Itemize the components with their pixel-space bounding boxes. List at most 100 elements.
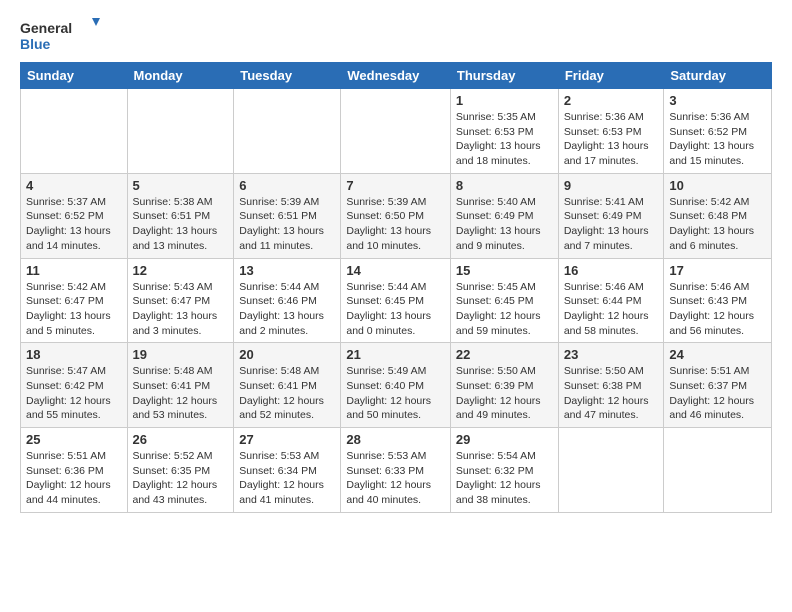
calendar-cell: 13 Sunrise: 5:44 AM Sunset: 6:46 PM Dayli… (234, 258, 341, 343)
day-info: Sunrise: 5:42 AM Sunset: 6:47 PM Dayligh… (26, 280, 122, 339)
day-info: Sunrise: 5:36 AM Sunset: 6:53 PM Dayligh… (564, 110, 659, 169)
day-info: Sunrise: 5:37 AM Sunset: 6:52 PM Dayligh… (26, 195, 122, 254)
day-number: 21 (346, 347, 445, 362)
calendar-cell: 16Sunrise: 5:46 AM Sunset: 6:44 PM Dayli… (558, 258, 664, 343)
day-info: Sunrise: 5:54 AM Sunset: 6:32 PM Dayligh… (456, 449, 553, 508)
day-info: Sunrise: 5:49 AM Sunset: 6:40 PM Dayligh… (346, 364, 445, 423)
day-number: 18 (26, 347, 122, 362)
calendar-cell (664, 428, 772, 513)
day-number: 23 (564, 347, 659, 362)
calendar-cell: 27 Sunrise: 5:53 AM Sunset: 6:34 PM Dayli… (234, 428, 341, 513)
calendar-cell: 6 Sunrise: 5:39 AM Sunset: 6:51 PM Daylig… (234, 173, 341, 258)
day-number: 10 (669, 178, 766, 193)
day-number: 14 (346, 263, 445, 278)
day-number: 16 (564, 263, 659, 278)
day-number: 9 (564, 178, 659, 193)
day-info: Sunrise: 5:39 AM Sunset: 6:50 PM Dayligh… (346, 195, 445, 254)
day-number: 15 (456, 263, 553, 278)
day-number: 6 (239, 178, 335, 193)
day-number: 8 (456, 178, 553, 193)
day-header-wednesday: Wednesday (341, 63, 451, 89)
calendar-cell: 21 Sunrise: 5:49 AM Sunset: 6:40 PM Dayli… (341, 343, 451, 428)
day-info: Sunrise: 5:51 AM Sunset: 6:37 PM Dayligh… (669, 364, 766, 423)
calendar-cell (127, 89, 234, 174)
calendar-cell: 29 Sunrise: 5:54 AM Sunset: 6:32 PM Dayli… (450, 428, 558, 513)
day-number: 3 (669, 93, 766, 108)
day-info: Sunrise: 5:53 AM Sunset: 6:33 PM Dayligh… (346, 449, 445, 508)
day-number: 4 (26, 178, 122, 193)
day-number: 13 (239, 263, 335, 278)
calendar-cell: 22 Sunrise: 5:50 AM Sunset: 6:39 PM Dayli… (450, 343, 558, 428)
day-number: 25 (26, 432, 122, 447)
day-number: 11 (26, 263, 122, 278)
calendar: SundayMondayTuesdayWednesdayThursdayFrid… (20, 62, 772, 513)
day-number: 29 (456, 432, 553, 447)
day-number: 2 (564, 93, 659, 108)
calendar-cell: 14Sunrise: 5:44 AM Sunset: 6:45 PM Dayli… (341, 258, 451, 343)
day-info: Sunrise: 5:38 AM Sunset: 6:51 PM Dayligh… (133, 195, 229, 254)
calendar-cell (234, 89, 341, 174)
day-number: 5 (133, 178, 229, 193)
calendar-cell: 26 Sunrise: 5:52 AM Sunset: 6:35 PM Dayli… (127, 428, 234, 513)
calendar-cell: 2 Sunrise: 5:36 AM Sunset: 6:53 PM Daylig… (558, 89, 664, 174)
day-number: 26 (133, 432, 229, 447)
logo: General Blue (20, 16, 100, 56)
day-number: 19 (133, 347, 229, 362)
day-info: Sunrise: 5:44 AM Sunset: 6:46 PM Dayligh… (239, 280, 335, 339)
day-number: 24 (669, 347, 766, 362)
calendar-cell: 17 Sunrise: 5:46 AM Sunset: 6:43 PM Dayli… (664, 258, 772, 343)
calendar-cell: 9 Sunrise: 5:41 AM Sunset: 6:49 PM Daylig… (558, 173, 664, 258)
calendar-cell: 7 Sunrise: 5:39 AM Sunset: 6:50 PM Daylig… (341, 173, 451, 258)
calendar-cell: 20 Sunrise: 5:48 AM Sunset: 6:41 PM Dayli… (234, 343, 341, 428)
day-info: Sunrise: 5:36 AM Sunset: 6:52 PM Dayligh… (669, 110, 766, 169)
day-number: 27 (239, 432, 335, 447)
day-info: Sunrise: 5:41 AM Sunset: 6:49 PM Dayligh… (564, 195, 659, 254)
day-info: Sunrise: 5:48 AM Sunset: 6:41 PM Dayligh… (133, 364, 229, 423)
day-header-tuesday: Tuesday (234, 63, 341, 89)
day-info: Sunrise: 5:51 AM Sunset: 6:36 PM Dayligh… (26, 449, 122, 508)
calendar-cell: 11 Sunrise: 5:42 AM Sunset: 6:47 PM Dayli… (21, 258, 128, 343)
day-header-thursday: Thursday (450, 63, 558, 89)
calendar-cell: 24 Sunrise: 5:51 AM Sunset: 6:37 PM Dayli… (664, 343, 772, 428)
calendar-cell (558, 428, 664, 513)
day-info: Sunrise: 5:39 AM Sunset: 6:51 PM Dayligh… (239, 195, 335, 254)
day-info: Sunrise: 5:46 AM Sunset: 6:43 PM Dayligh… (669, 280, 766, 339)
calendar-cell: 15 Sunrise: 5:45 AM Sunset: 6:45 PM Dayli… (450, 258, 558, 343)
calendar-cell (341, 89, 451, 174)
day-header-sunday: Sunday (21, 63, 128, 89)
day-info: Sunrise: 5:52 AM Sunset: 6:35 PM Dayligh… (133, 449, 229, 508)
calendar-cell: 5 Sunrise: 5:38 AM Sunset: 6:51 PM Daylig… (127, 173, 234, 258)
calendar-cell: 23 Sunrise: 5:50 AM Sunset: 6:38 PM Dayli… (558, 343, 664, 428)
day-header-monday: Monday (127, 63, 234, 89)
day-info: Sunrise: 5:47 AM Sunset: 6:42 PM Dayligh… (26, 364, 122, 423)
day-info: Sunrise: 5:48 AM Sunset: 6:41 PM Dayligh… (239, 364, 335, 423)
calendar-cell: 18 Sunrise: 5:47 AM Sunset: 6:42 PM Dayli… (21, 343, 128, 428)
day-info: Sunrise: 5:40 AM Sunset: 6:49 PM Dayligh… (456, 195, 553, 254)
day-number: 7 (346, 178, 445, 193)
day-info: Sunrise: 5:43 AM Sunset: 6:47 PM Dayligh… (133, 280, 229, 339)
svg-text:Blue: Blue (20, 36, 51, 52)
calendar-cell: 3 Sunrise: 5:36 AM Sunset: 6:52 PM Daylig… (664, 89, 772, 174)
day-number: 1 (456, 93, 553, 108)
day-number: 20 (239, 347, 335, 362)
day-header-friday: Friday (558, 63, 664, 89)
svg-text:General: General (20, 20, 72, 36)
logo-svg: General Blue (20, 16, 100, 56)
calendar-cell (21, 89, 128, 174)
calendar-cell: 25 Sunrise: 5:51 AM Sunset: 6:36 PM Dayli… (21, 428, 128, 513)
day-number: 28 (346, 432, 445, 447)
day-info: Sunrise: 5:42 AM Sunset: 6:48 PM Dayligh… (669, 195, 766, 254)
day-info: Sunrise: 5:50 AM Sunset: 6:38 PM Dayligh… (564, 364, 659, 423)
day-number: 17 (669, 263, 766, 278)
calendar-cell: 1 Sunrise: 5:35 AM Sunset: 6:53 PM Daylig… (450, 89, 558, 174)
day-info: Sunrise: 5:50 AM Sunset: 6:39 PM Dayligh… (456, 364, 553, 423)
calendar-cell: 19 Sunrise: 5:48 AM Sunset: 6:41 PM Dayli… (127, 343, 234, 428)
day-header-saturday: Saturday (664, 63, 772, 89)
day-info: Sunrise: 5:35 AM Sunset: 6:53 PM Dayligh… (456, 110, 553, 169)
day-number: 12 (133, 263, 229, 278)
day-info: Sunrise: 5:45 AM Sunset: 6:45 PM Dayligh… (456, 280, 553, 339)
calendar-cell: 12 Sunrise: 5:43 AM Sunset: 6:47 PM Dayli… (127, 258, 234, 343)
day-number: 22 (456, 347, 553, 362)
day-info: Sunrise: 5:53 AM Sunset: 6:34 PM Dayligh… (239, 449, 335, 508)
calendar-cell: 28 Sunrise: 5:53 AM Sunset: 6:33 PM Dayli… (341, 428, 451, 513)
